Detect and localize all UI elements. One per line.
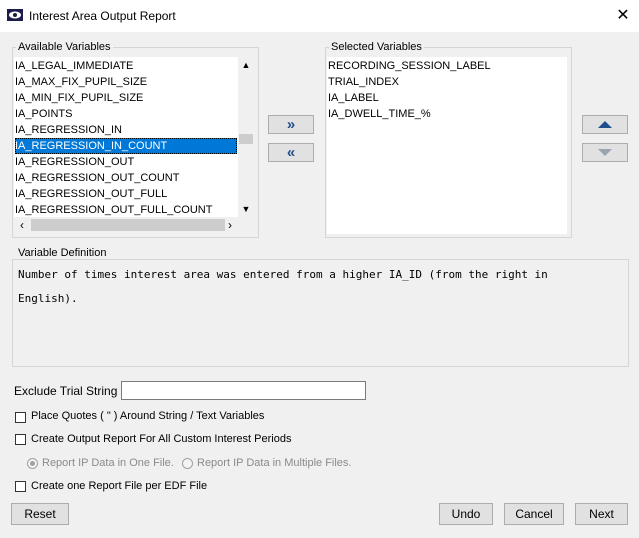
move-up-button[interactable] xyxy=(582,115,628,134)
next-button[interactable]: Next xyxy=(575,503,628,525)
cancel-button[interactable]: Cancel xyxy=(504,503,564,525)
report-one-file-radio[interactable] xyxy=(27,458,38,469)
add-variable-button[interactable]: » xyxy=(268,115,314,134)
triangle-down-icon xyxy=(598,149,612,156)
move-down-button[interactable] xyxy=(582,143,628,162)
triangle-up-icon xyxy=(598,121,612,128)
custom-periods-checkbox[interactable] xyxy=(15,434,26,445)
scroll-thumb-horizontal[interactable] xyxy=(31,219,225,231)
available-variables-list[interactable]: IA_LEGAL_IMMEDIATE IA_MAX_FIX_PUPIL_SIZE I… xyxy=(14,57,254,217)
variable-definition-label: Variable Definition xyxy=(16,247,109,259)
selected-variable-item[interactable]: IA_DWELL_TIME_% xyxy=(328,106,431,122)
available-variable-item[interactable]: IA_REGRESSION_IN_COUNT xyxy=(15,138,237,154)
place-quotes-checkbox[interactable] xyxy=(15,412,26,423)
available-vertical-scrollbar[interactable]: ▲ ▼ xyxy=(238,57,254,217)
report-one-file-label: Report IP Data in One File. xyxy=(42,457,174,469)
available-variable-item[interactable]: IA_REGRESSION_IN xyxy=(15,122,237,138)
per-edf-checkbox[interactable] xyxy=(15,481,26,492)
selected-variable-item[interactable]: RECORDING_SESSION_LABEL xyxy=(328,58,491,74)
available-variables-label: Available Variables xyxy=(16,41,113,53)
selected-variables-list[interactable]: RECORDING_SESSION_LABEL TRIAL_INDEX IA_LAB… xyxy=(327,57,567,234)
place-quotes-label: Place Quotes ( " ) Around String / Text … xyxy=(31,410,265,422)
reset-button[interactable]: Reset xyxy=(11,503,69,525)
definition-text-line2: English). xyxy=(18,292,78,305)
selected-variable-item[interactable]: IA_LABEL xyxy=(328,90,379,106)
available-variable-item[interactable]: IA_POINTS xyxy=(15,106,237,122)
window-title: Interest Area Output Report xyxy=(29,9,176,23)
selected-variable-item[interactable]: TRIAL_INDEX xyxy=(328,74,399,90)
radio-dot xyxy=(30,461,35,466)
available-variable-item[interactable]: IA_REGRESSION_OUT_FULL xyxy=(15,186,237,202)
scroll-thumb[interactable] xyxy=(239,134,253,144)
scroll-left-icon[interactable]: ‹ xyxy=(14,217,30,233)
available-variable-item[interactable]: IA_MAX_FIX_PUPIL_SIZE xyxy=(15,74,237,90)
undo-button[interactable]: Undo xyxy=(439,503,493,525)
scroll-down-icon[interactable]: ▼ xyxy=(238,201,254,217)
exclude-trial-string-label: Exclude Trial String : xyxy=(14,384,125,398)
available-variable-item[interactable]: IA_REGRESSION_OUT_COUNT xyxy=(15,170,237,186)
available-variable-item[interactable]: IA_MIN_FIX_PUPIL_SIZE xyxy=(15,90,237,106)
per-edf-label: Create one Report File per EDF File xyxy=(31,480,208,492)
definition-text-line1: Number of times interest area was entere… xyxy=(18,268,548,281)
available-variable-item[interactable]: IA_LEGAL_IMMEDIATE xyxy=(15,58,237,74)
scroll-up-icon[interactable]: ▲ xyxy=(238,57,254,73)
available-variable-item[interactable]: IA_REGRESSION_OUT_FULL_COUNT xyxy=(15,202,237,218)
close-icon[interactable]: ✕ xyxy=(612,6,634,26)
scroll-right-icon[interactable]: › xyxy=(222,217,238,233)
title-bar: Interest Area Output Report ✕ xyxy=(0,0,639,32)
remove-variable-button[interactable]: « xyxy=(268,143,314,162)
available-variable-item[interactable]: IA_REGRESSION_OUT xyxy=(15,154,237,170)
custom-periods-label: Create Output Report For All Custom Inte… xyxy=(31,433,292,445)
report-multi-files-label: Report IP Data in Multiple Files. xyxy=(197,457,352,469)
report-multi-files-radio[interactable] xyxy=(182,458,193,469)
selected-variables-label: Selected Variables xyxy=(329,41,424,53)
exclude-trial-string-input[interactable] xyxy=(121,381,366,400)
app-eye-icon xyxy=(7,9,23,21)
available-horizontal-scrollbar[interactable]: ‹ › xyxy=(14,217,238,233)
